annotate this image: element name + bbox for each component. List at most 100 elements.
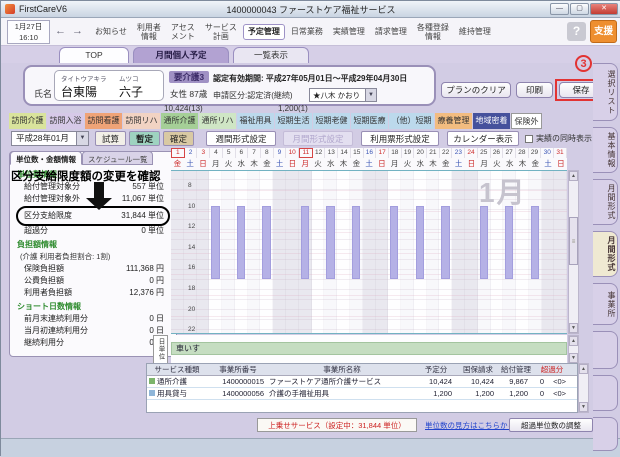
date-cell[interactable]: 28 [516,148,529,158]
table-scrollbar[interactable]: ▲ ▼ [578,363,589,413]
date-cell[interactable]: 26 [491,148,504,158]
grid-column[interactable] [184,171,197,333]
nav-item-請求管理[interactable]: 請求管理 [371,25,411,38]
support-button[interactable]: 支援 [590,20,617,43]
side-tab-選択リスト[interactable]: 選択リスト [593,63,618,121]
date-cell[interactable]: 6 [236,148,249,158]
nav-item-予定管理[interactable]: 予定管理 [243,24,285,39]
date-cell[interactable]: 27 [503,148,516,158]
weekly-format-button[interactable]: 週間形式設定 [206,131,276,146]
column-header[interactable]: サービス種類 [147,364,207,375]
monthly-format-button[interactable]: 月間形式設定 [283,131,353,146]
nav-item-各種登録情報[interactable]: 各種登録 情報 [413,21,453,43]
grid-column[interactable] [209,171,222,333]
plan-clear-button[interactable]: プランのクリア [441,82,511,98]
usage-slip-format-button[interactable]: 利用票形式設定 [361,131,439,146]
date-cell[interactable]: 31 [554,148,567,158]
service-tag-通所リハ[interactable]: 通所リハ [199,113,236,129]
grid-column[interactable] [529,171,542,333]
service-tag-（他）短期[interactable]: （他）短期 [389,113,434,129]
date-cell[interactable]: 22 [440,148,453,158]
grid-column[interactable] [452,171,465,333]
date-cell[interactable]: 30 [541,148,554,158]
forward-arrow-icon[interactable]: → [72,25,83,37]
care-manager-select[interactable]: ★八木 かおり ▼ [309,88,377,102]
column-header[interactable]: 事業所番号 [207,364,269,375]
table-row[interactable]: 用具貸与1400000056介護の手福祉用具1,2001,2001,2000<0… [147,388,577,400]
date-cell[interactable]: 25 [478,148,491,158]
grid-column[interactable] [542,171,555,333]
checkbox-icon[interactable] [525,135,533,143]
date-cell[interactable]: 2 [185,148,198,158]
print-button[interactable]: 印刷 [516,82,553,98]
nav-item-実績管理[interactable]: 実績管理 [329,25,369,38]
nav-item-日常業務[interactable]: 日常業務 [287,25,327,38]
grid-column[interactable] [299,171,312,333]
date-cell[interactable]: 4 [210,148,223,158]
grid-column[interactable] [388,171,401,333]
date-cell[interactable]: 11 [299,148,313,158]
date-cell[interactable]: 3 [197,148,210,158]
close-button[interactable]: ✕ [590,3,618,15]
nav-item-維持管理[interactable]: 維持管理 [455,25,495,38]
back-arrow-icon[interactable]: ← [55,25,66,37]
grid-column[interactable] [401,171,414,333]
scroll-down-icon[interactable]: ▼ [569,353,578,363]
help-icon[interactable]: ? [567,22,586,41]
addon-service-box[interactable]: 上乗せサービス（設定中：31,844 単位） [257,418,417,432]
service-tag-通所介護[interactable]: 通所介護 [161,113,198,129]
scroll-up-icon[interactable]: ▲ [569,336,578,346]
grid-column[interactable] [350,171,363,333]
service-tag-福祉用具[interactable]: 福祉用具 [237,113,274,129]
grid-column[interactable] [248,171,261,333]
service-tag-保険外[interactable]: 保険外 [511,113,542,129]
grid-column[interactable] [286,171,299,333]
column-header[interactable]: 予定分 [415,364,457,375]
confirm-button[interactable]: 確定 [163,131,194,146]
side-tab-事業所[interactable]: 事業所 [593,283,618,325]
scroll-up-icon[interactable]: ▲ [579,364,588,374]
grid-column[interactable] [260,171,273,333]
date-cell[interactable]: 13 [325,148,338,158]
scroll-down-icon[interactable]: ▼ [569,323,578,333]
grid-column[interactable] [197,171,210,333]
nav-item-サービス計画[interactable]: サービス 計画 [201,21,241,43]
side-tab-月間形式[interactable]: 月間形式 [593,179,618,225]
date-cell[interactable]: 29 [529,148,542,158]
service-tag-訪問介護[interactable]: 訪問介護 [9,113,46,129]
date-cell[interactable]: 9 [274,148,287,158]
grid-column[interactable] [376,171,389,333]
grid-scrollbar[interactable]: ▲ ≡ ▼ [568,170,579,334]
units-help-link[interactable]: 単位数の見方はこちらから [425,420,515,431]
grid-column[interactable] [427,171,440,333]
provisional-button[interactable]: 暫定 [129,131,160,146]
month-select[interactable]: 平成28年01月 ▼ [11,131,89,146]
maximize-button[interactable]: ▢ [570,3,589,15]
date-cell[interactable]: 15 [351,148,364,158]
table-row[interactable]: 通所介護1400000015ファーストケア通所介護サービス10,42410,42… [147,376,577,388]
column-header[interactable]: 事業所名称 [269,364,415,375]
band-scrollbar[interactable]: ▲ ▼ [568,335,579,364]
date-cell[interactable]: 12 [313,148,326,158]
date-cell[interactable]: 10 [286,148,299,158]
date-cell[interactable]: 5 [223,148,236,158]
grid-column[interactable] [414,171,427,333]
date-cell[interactable]: 18 [389,148,402,158]
service-tag-短期老健[interactable]: 短期老健 [313,113,350,129]
scroll-thumb[interactable]: ≡ [569,217,578,265]
side-tab-empty[interactable] [593,331,618,369]
minimize-button[interactable]: — [550,3,569,15]
nav-item-利用者情報[interactable]: 利用者 情報 [133,21,165,43]
calendar-display-button[interactable]: カレンダー表示 [447,131,519,146]
service-tag-短期生活[interactable]: 短期生活 [275,113,312,129]
grid-column[interactable] [554,171,567,333]
panel-tab-単位数・金額情報[interactable]: 単位数・金額情報 [10,151,82,165]
tab-top[interactable]: TOP [59,47,129,63]
date-cell[interactable]: 1 [171,148,185,158]
column-header[interactable]: 超過分 [533,364,571,375]
scroll-down-icon[interactable]: ▼ [579,402,588,412]
chevron-down-icon[interactable]: ▼ [76,132,88,145]
grid-column[interactable] [171,171,184,333]
wheelchair-rental-bar[interactable]: 車いす [171,342,567,355]
date-cell[interactable]: 24 [465,148,478,158]
